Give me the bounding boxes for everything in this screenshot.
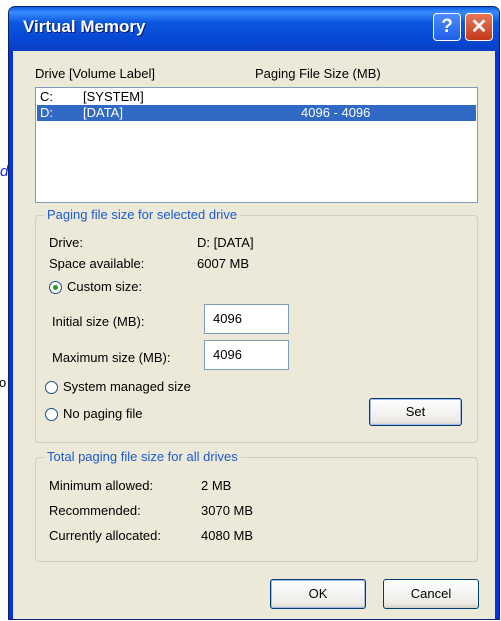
drive-list[interactable]: C: [SYSTEM] D: [DATA] 4096 - 4096 [35, 87, 478, 203]
volume-label: [SYSTEM] [83, 89, 144, 104]
group-title: Total paging file size for all drives [44, 449, 241, 464]
min-allowed-label: Minimum allowed: [49, 478, 154, 493]
drive-value: D: [DATA] [197, 235, 254, 250]
paging-size: 4096 - 4096 [301, 105, 371, 120]
initial-size-label: Initial size (MB): [52, 314, 145, 329]
radio-dot [53, 285, 58, 290]
column-header-drive: Drive [Volume Label] [35, 66, 155, 81]
recommended-label: Recommended: [49, 503, 141, 518]
drive-label: Drive: [49, 235, 83, 250]
no-paging-radio[interactable] [45, 408, 58, 421]
drive-letter: D: [40, 105, 53, 120]
drive-letter: C: [40, 89, 53, 104]
ok-button[interactable]: OK [270, 579, 366, 609]
custom-size-radio[interactable] [49, 281, 62, 294]
system-managed-label[interactable]: System managed size [63, 379, 191, 394]
dialog-title: Virtual Memory [23, 17, 146, 36]
volume-label: [DATA] [83, 105, 123, 120]
background-fragment: o [0, 375, 7, 390]
no-paging-label[interactable]: No paging file [63, 406, 143, 421]
group-title: Paging file size for selected drive [44, 207, 241, 222]
column-header-size: Paging File Size (MB) [255, 66, 381, 81]
allocated-label: Currently allocated: [49, 528, 161, 543]
dialog-body: Drive [Volume Label] Paging File Size (M… [13, 51, 495, 619]
total-paging-group: Total paging file size for all drives Mi… [35, 449, 478, 562]
title-bar[interactable]: Virtual Memory ? ✕ [9, 7, 499, 51]
close-button[interactable]: ✕ [465, 13, 493, 41]
space-label: Space available: [49, 256, 145, 271]
initial-size-field[interactable]: 4096 [204, 304, 289, 334]
min-allowed-value: 2 MB [201, 478, 232, 493]
cancel-button[interactable]: Cancel [383, 579, 479, 609]
max-size-label: Maximum size (MB): [52, 350, 171, 365]
max-size-field[interactable]: 4096 [204, 340, 289, 370]
list-item-selected[interactable]: D: [DATA] 4096 - 4096 [37, 105, 476, 121]
system-managed-radio[interactable] [45, 381, 58, 394]
list-item[interactable]: C: [SYSTEM] [37, 89, 476, 105]
custom-size-label[interactable]: Custom size: [67, 279, 142, 294]
allocated-value: 4080 MB [201, 528, 254, 543]
set-button[interactable]: Set [369, 398, 462, 426]
help-button[interactable]: ? [433, 13, 461, 41]
recommended-value: 3070 MB [201, 503, 254, 518]
virtual-memory-dialog: Virtual Memory ? ✕ Drive [Volume Label] … [8, 6, 500, 620]
space-value: 6007 MB [197, 256, 250, 271]
selected-drive-group: Paging file size for selected drive Driv… [35, 207, 478, 443]
